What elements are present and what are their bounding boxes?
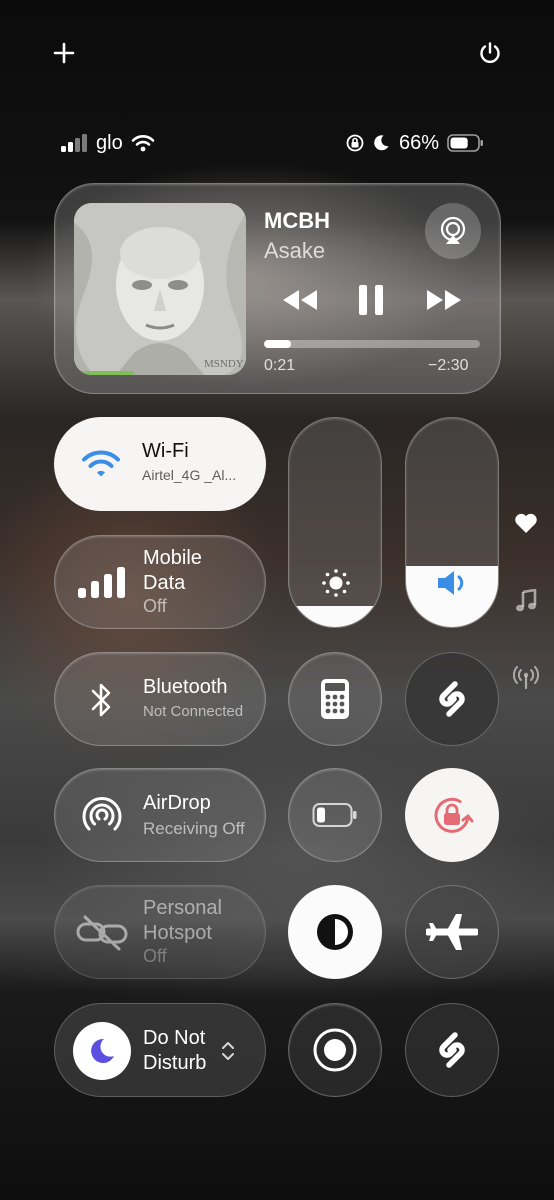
mobile-data-label-line1: Mobile [143, 547, 202, 569]
wifi-toggle[interactable]: Wi-Fi Airtel_4G _Al... [54, 417, 266, 511]
record-icon [313, 1028, 357, 1072]
wifi-icon [131, 134, 155, 152]
low-power-mode-button[interactable] [288, 768, 382, 862]
battery-icon [312, 803, 357, 827]
airdrop-label: AirDrop [143, 792, 211, 814]
hotspot-label-line1: Personal [143, 897, 222, 919]
shazam-button[interactable] [405, 652, 499, 746]
airdrop-icon [82, 797, 122, 831]
song-artist: Asake [264, 238, 326, 263]
wifi-toggle-icon-wrap [72, 435, 130, 493]
speaker-icon [435, 568, 471, 598]
rewind-button[interactable] [280, 287, 320, 313]
rewind-icon [283, 290, 317, 310]
signal-icon [60, 133, 90, 153]
battery-icon [447, 133, 485, 153]
antenna-icon [513, 666, 539, 690]
connectivity-page-indicator[interactable] [510, 662, 542, 694]
mobile-data-toggle[interactable]: Mobile Data Off [54, 535, 266, 629]
carrier-name: glo [96, 131, 123, 154]
cellular-icon [78, 567, 125, 598]
orientation-lock-icon [345, 133, 365, 153]
fast-forward-icon [427, 290, 461, 310]
pause-button[interactable] [356, 283, 386, 317]
focus-label-line1: Do Not [143, 1027, 206, 1049]
airplay-icon [440, 216, 466, 244]
remaining-time: −2:30 [428, 357, 469, 374]
favorites-page-indicator[interactable] [510, 507, 542, 539]
song-title: MCBH [264, 208, 330, 233]
hotspot-status: Off [143, 946, 167, 966]
music-note-icon [516, 589, 537, 612]
airplane-mode-button[interactable] [405, 885, 499, 979]
pause-icon [359, 285, 383, 315]
focus-do-not-disturb-toggle[interactable]: Do Not Disturb [54, 1003, 266, 1097]
calculator-icon [321, 679, 349, 719]
plus-icon [53, 42, 75, 64]
mobile-data-icon-wrap [73, 554, 131, 612]
moon-icon [91, 1038, 114, 1063]
power-button[interactable] [472, 35, 508, 71]
wifi-icon [82, 450, 120, 477]
mobile-data-label-line2: Data [143, 572, 186, 594]
brightness-level-fill [289, 606, 381, 627]
album-art[interactable]: MSNDY [74, 203, 246, 375]
bluetooth-status: Not Connected [143, 703, 244, 720]
focus-label-line2: Disturb [143, 1052, 207, 1074]
airdrop-icon-wrap [73, 787, 131, 845]
bluetooth-toggle[interactable]: Bluetooth Not Connected [54, 652, 266, 746]
calculator-button[interactable] [288, 652, 382, 746]
volume-slider[interactable] [405, 417, 499, 628]
airdrop-toggle[interactable]: AirDrop Receiving Off [54, 768, 266, 862]
sun-icon [321, 568, 351, 598]
bluetooth-label: Bluetooth [143, 676, 228, 698]
heart-icon [515, 513, 537, 533]
music-page-indicator[interactable] [510, 585, 542, 617]
album-art-signature: MSNDY [204, 358, 244, 370]
shazam-icon [439, 1032, 465, 1068]
add-control-button[interactable] [46, 35, 82, 71]
battery-percentage: 66% [399, 131, 440, 154]
elapsed-time: 0:21 [264, 357, 296, 374]
wifi-network-name: Airtel_4G _Al... [142, 467, 237, 483]
airplane-icon [426, 914, 478, 950]
mobile-data-status: Off [143, 596, 167, 616]
moon-icon [372, 134, 390, 152]
chevron-up-down-icon[interactable] [221, 1040, 235, 1062]
brightness-slider[interactable] [288, 417, 382, 628]
focus-icon-wrap [73, 1022, 131, 1080]
hotspot-link-icon [76, 915, 128, 951]
power-icon [480, 42, 500, 64]
airdrop-status: Receiving Off [143, 819, 245, 838]
bluetooth-icon [91, 683, 111, 717]
playback-progress-bar[interactable] [264, 340, 480, 348]
wifi-label: Wi-Fi [142, 440, 189, 462]
playback-progress-fill [264, 340, 291, 348]
airplay-button[interactable] [425, 203, 481, 259]
status-bar-left: glo [60, 128, 155, 158]
dark-mode-icon [317, 914, 353, 950]
shazam-button-2[interactable] [405, 1003, 499, 1097]
orientation-lock-button[interactable] [405, 768, 499, 862]
rotation-lock-icon [434, 797, 474, 833]
shazam-icon [439, 681, 465, 717]
status-bar-right: 66% [345, 128, 485, 158]
screen-record-button[interactable] [288, 1003, 382, 1097]
hotspot-icon-wrap [73, 904, 131, 962]
forward-button[interactable] [424, 287, 464, 313]
hotspot-label-line2: Hotspot [143, 922, 212, 944]
dark-mode-button[interactable] [288, 885, 382, 979]
personal-hotspot-toggle[interactable]: Personal Hotspot Off [54, 885, 266, 979]
bluetooth-icon-wrap [73, 671, 131, 729]
